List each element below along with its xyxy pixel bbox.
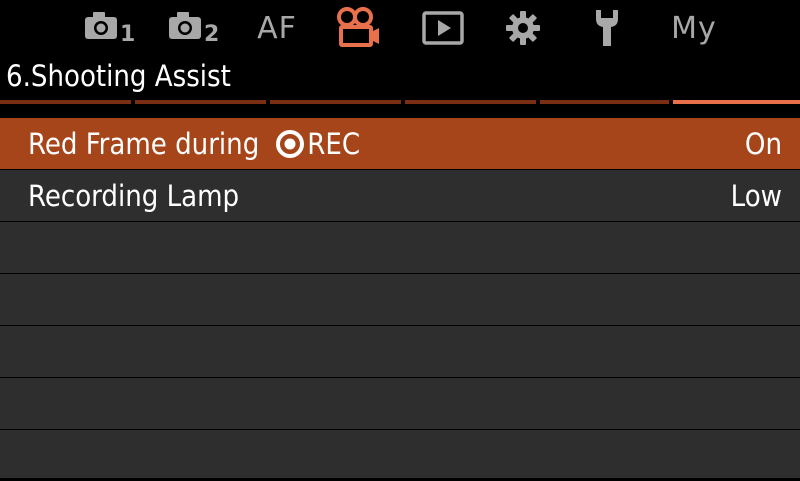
page-indicator-segment bbox=[540, 100, 669, 104]
page-indicator bbox=[0, 100, 800, 105]
menu-item-empty bbox=[0, 222, 800, 273]
menu-item-empty bbox=[0, 378, 800, 429]
tab-af-menu[interactable]: AF bbox=[252, 6, 302, 50]
page-indicator-segment bbox=[405, 100, 536, 104]
menu-tab-bar: 1 2 AF My bbox=[0, 0, 800, 54]
menu-screen: 1 2 AF My 6.Shooting Assist Red Frame du… bbox=[0, 0, 800, 481]
menu-item-value: Low bbox=[730, 178, 782, 213]
menu-item-label: Recording Lamp bbox=[28, 178, 240, 213]
menu-list: Red Frame during REC On Recording Lamp L… bbox=[0, 118, 800, 479]
tab-playback-menu[interactable] bbox=[420, 6, 466, 50]
tab-setup-menu[interactable] bbox=[584, 6, 630, 50]
record-icon bbox=[276, 129, 305, 158]
tab-shooting-menu-2[interactable]: 2 bbox=[166, 6, 222, 50]
tab-shooting-menu-1[interactable]: 1 bbox=[82, 6, 138, 50]
page-title: 6.Shooting Assist bbox=[6, 59, 231, 93]
gear-icon bbox=[506, 11, 540, 45]
page-indicator-segment bbox=[0, 100, 131, 104]
page-indicator-segment bbox=[135, 100, 266, 104]
menu-item-empty bbox=[0, 274, 800, 325]
tab-custom-menu[interactable] bbox=[500, 6, 546, 50]
menu-item-recording-lamp[interactable]: Recording Lamp Low bbox=[0, 170, 800, 221]
tab-my-menu[interactable]: My bbox=[666, 6, 722, 50]
menu-item-red-frame-rec[interactable]: Red Frame during REC On bbox=[0, 118, 800, 169]
movie-camera-icon bbox=[337, 7, 379, 47]
menu-item-value: On bbox=[744, 126, 782, 161]
wrench-icon bbox=[596, 10, 618, 46]
page-indicator-segment bbox=[270, 100, 401, 104]
tab-shooting-menu-2-number: 2 bbox=[204, 22, 221, 47]
menu-item-label: Red Frame during bbox=[28, 126, 260, 161]
page-indicator-segment-active bbox=[673, 100, 800, 104]
tab-video-menu[interactable] bbox=[334, 6, 384, 50]
menu-item-label-group: Red Frame during REC bbox=[28, 118, 360, 169]
tab-my-label: My bbox=[671, 10, 717, 46]
playback-icon bbox=[422, 11, 464, 45]
menu-item-empty bbox=[0, 430, 800, 478]
tab-af-label: AF bbox=[257, 10, 297, 46]
tab-shooting-menu-1-number: 1 bbox=[120, 22, 137, 47]
menu-item-empty bbox=[0, 326, 800, 377]
menu-item-label-suffix: REC bbox=[307, 126, 361, 161]
